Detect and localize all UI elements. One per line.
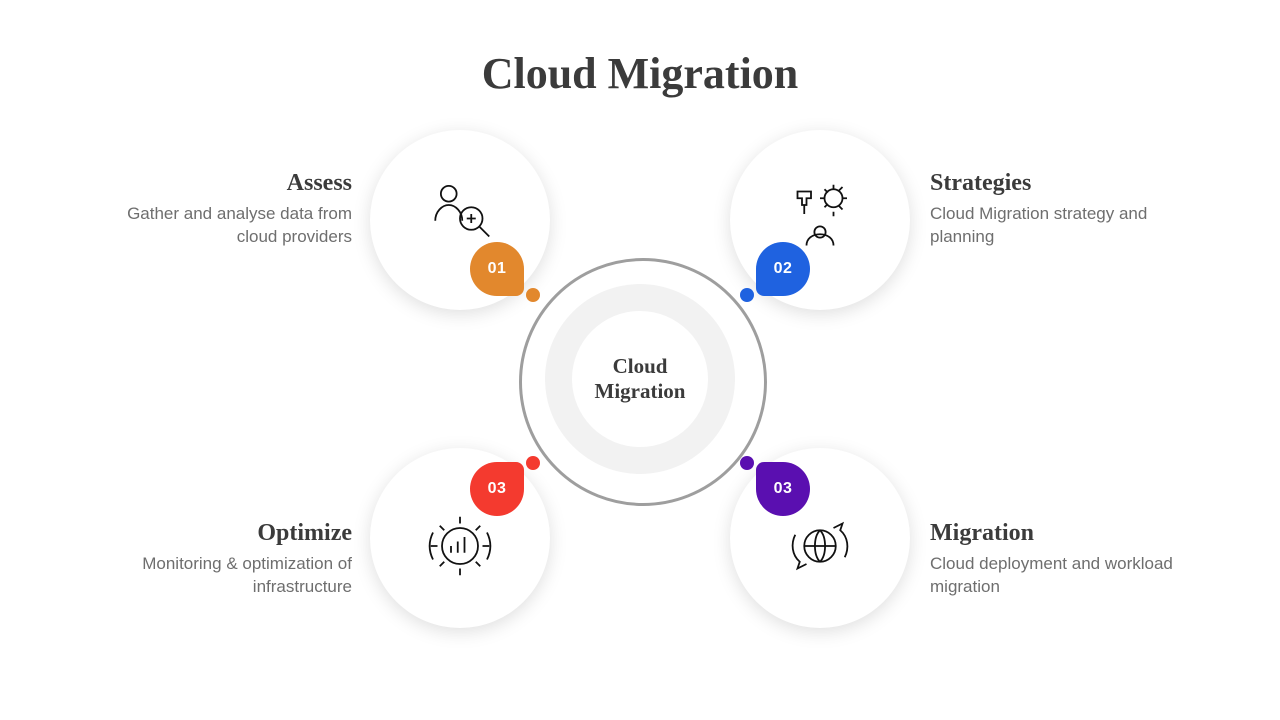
badge-br: 03 — [756, 462, 810, 516]
badge-tr-num: 02 — [774, 260, 793, 278]
heading-br: Migration — [930, 520, 1190, 547]
badge-tl-num: 01 — [488, 260, 507, 278]
body-bl: Monitoring & optimization of infrastruct… — [92, 553, 352, 599]
body-br: Cloud deployment and workload migration — [930, 553, 1190, 599]
badge-tr-tail — [740, 288, 754, 302]
badge-br-tail — [740, 456, 754, 470]
slide-title: Cloud Migration — [0, 48, 1280, 99]
optimize-icon — [424, 510, 496, 582]
body-tr: Cloud Migration strategy and planning — [930, 203, 1190, 249]
text-tl: Assess Gather and analyse data from clou… — [92, 170, 352, 249]
badge-br-num: 03 — [774, 480, 793, 498]
assess-icon — [424, 178, 496, 250]
badge-tl: 01 — [470, 242, 524, 296]
heading-tl: Assess — [92, 170, 352, 197]
badge-tr: 02 — [756, 242, 810, 296]
heading-bl: Optimize — [92, 520, 352, 547]
migration-icon — [784, 510, 856, 582]
badge-bl: 03 — [470, 462, 524, 516]
heading-tr: Strategies — [930, 170, 1190, 197]
text-tr: Strategies Cloud Migration strategy and … — [930, 170, 1190, 249]
body-tl: Gather and analyse data from cloud provi… — [92, 203, 352, 249]
badge-bl-tail — [526, 456, 540, 470]
text-bl: Optimize Monitoring & optimization of in… — [92, 520, 352, 599]
hub-label-text: CloudMigration — [595, 354, 686, 404]
hub-label: CloudMigration — [572, 311, 708, 447]
text-br: Migration Cloud deployment and workload … — [930, 520, 1190, 599]
slide: Cloud Migration CloudMigration — [0, 0, 1280, 720]
strategies-icon — [784, 178, 856, 250]
badge-tl-tail — [526, 288, 540, 302]
badge-bl-num: 03 — [488, 480, 507, 498]
